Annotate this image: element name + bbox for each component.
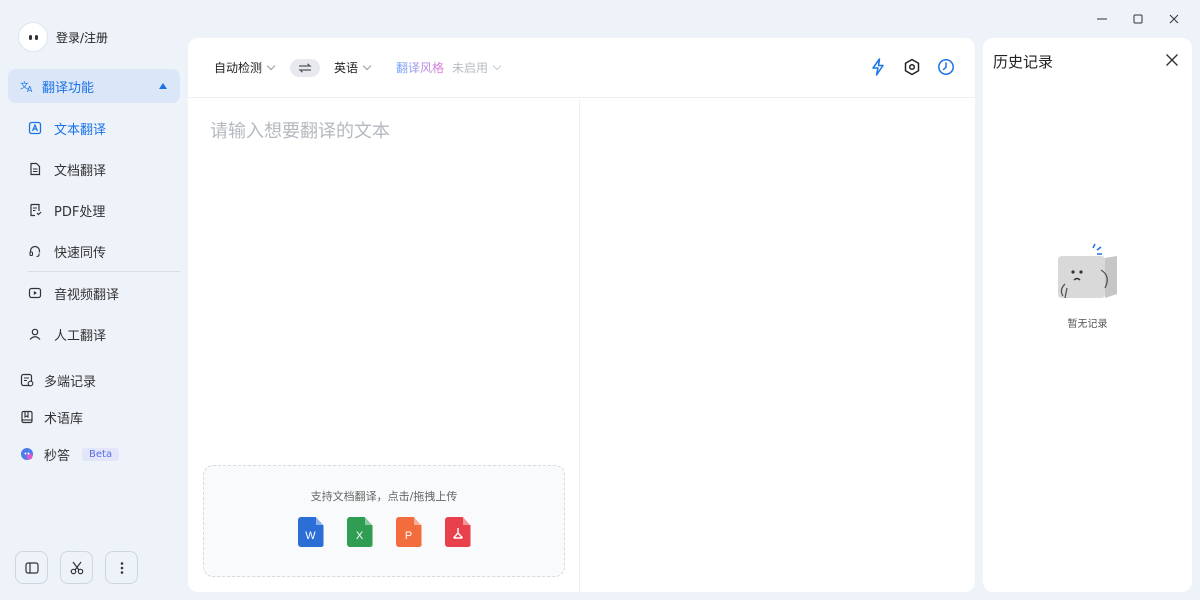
text-translate-icon — [28, 121, 42, 135]
scissors-icon — [70, 561, 83, 574]
translation-style-select[interactable]: 未启用 — [452, 59, 502, 76]
clock-icon — [938, 59, 954, 75]
chevron-down-icon — [266, 61, 276, 71]
swap-icon — [298, 62, 312, 73]
person-icon — [28, 327, 42, 341]
sidebar-item-label: 音视频翻译 — [54, 287, 120, 303]
sidebar-item-quick-answer[interactable]: 秒答 Beta — [20, 443, 120, 465]
collapse-caret-icon[interactable] — [159, 83, 167, 89]
translate-icon: 文A — [20, 79, 34, 94]
translation-style-label: 翻译风格 — [396, 61, 445, 75]
source-language-select[interactable]: 自动检测 — [214, 59, 276, 76]
sidebar-item-document-translate[interactable]: 文档翻译 — [28, 158, 106, 180]
settings-button[interactable] — [903, 58, 921, 76]
translate-panel: 自动检测 英语 翻译风格 未启用 请输入想要翻译的文本 支持文档翻译，点击/拖拽… — [188, 38, 975, 592]
sidebar-item-label: 文本翻译 — [54, 122, 107, 138]
translate-toolbar: 自动检测 英语 翻译风格 未启用 — [188, 38, 975, 98]
pdf-icon — [28, 203, 42, 217]
document-upload-zone[interactable]: 支持文档翻译，点击/拖拽上传 W X P — [203, 465, 565, 577]
login-entry[interactable]: 登录/注册 — [18, 22, 108, 52]
empty-state-text: 暂无记录 — [1067, 319, 1108, 330]
book-icon — [20, 410, 34, 424]
nav-group-translate[interactable]: 文A 翻译功能 — [8, 69, 180, 103]
source-language-label: 自动检测 — [214, 61, 263, 75]
toolbar-actions — [869, 58, 955, 76]
beta-badge: Beta — [82, 447, 120, 461]
pdf-file-icon — [444, 517, 471, 547]
toggle-sidebar-button[interactable] — [15, 551, 48, 584]
ppt-file-icon: P — [395, 517, 422, 547]
maximize-icon — [1133, 14, 1143, 24]
quick-mode-button[interactable] — [869, 58, 887, 76]
sidebar-item-glossary[interactable]: 术语库 — [20, 406, 83, 428]
avatar[interactable] — [18, 22, 48, 52]
source-text-area[interactable]: 请输入想要翻译的文本 支持文档翻译，点击/拖拽上传 W X P — [188, 99, 580, 592]
translation-style-value: 未启用 — [452, 61, 489, 75]
maximize-button[interactable] — [1120, 8, 1156, 30]
source-placeholder[interactable]: 请输入想要翻译的文本 — [210, 117, 390, 143]
minimize-button[interactable] — [1084, 8, 1120, 30]
sidebar-item-records[interactable]: 多端记录 — [20, 369, 96, 391]
sidebar-item-label: 秒答 — [44, 448, 71, 464]
close-window-button[interactable] — [1156, 8, 1192, 30]
sidebar-toggle-icon — [24, 561, 39, 574]
excel-file-icon: X — [346, 517, 373, 547]
sidebar-item-label: 多端记录 — [44, 374, 97, 390]
sidebar-item-pdf[interactable]: PDF处理 — [28, 199, 105, 221]
headset-icon — [28, 244, 42, 258]
chevron-down-icon — [492, 61, 502, 71]
swap-languages-button[interactable] — [290, 58, 321, 77]
sidebar: 登录/注册 文A 翻译功能 文本翻译 文档翻译 PDF处理 快速同传 音视频翻译… — [0, 0, 188, 600]
close-icon — [1169, 14, 1179, 24]
sidebar-item-text-translate[interactable]: 文本翻译 — [28, 117, 106, 139]
empty-state-illustration — [1055, 242, 1121, 306]
minimize-icon — [1097, 18, 1107, 20]
sidebar-item-av-translate[interactable]: 音视频翻译 — [28, 282, 119, 304]
ai-icon — [20, 447, 34, 461]
sidebar-item-simultaneous[interactable]: 快速同传 — [28, 240, 106, 262]
more-button[interactable] — [105, 551, 138, 584]
sidebar-divider — [28, 271, 180, 272]
sidebar-item-label: 文档翻译 — [54, 163, 107, 179]
records-icon — [20, 373, 34, 387]
chevron-down-icon — [362, 61, 372, 71]
history-button[interactable] — [937, 58, 955, 76]
more-dots-icon — [120, 561, 123, 574]
svg-text:A: A — [27, 85, 33, 94]
settings-icon — [904, 58, 920, 76]
target-language-label: 英语 — [334, 61, 359, 75]
sidebar-item-human-translate[interactable]: 人工翻译 — [28, 323, 106, 345]
history-panel: 历史记录 暂无记录 — [983, 38, 1192, 592]
upload-hint: 支持文档翻译，点击/拖拽上传 — [310, 490, 458, 503]
sidebar-item-label: 术语库 — [44, 411, 84, 427]
sidebar-item-label: PDF处理 — [54, 204, 106, 220]
file-type-icons: W X P — [204, 517, 564, 547]
sidebar-item-label: 快速同传 — [54, 245, 107, 261]
target-language-select[interactable]: 英语 — [334, 59, 372, 76]
close-history-button[interactable] — [1164, 52, 1180, 68]
lightning-icon — [872, 58, 884, 76]
window-controls — [1084, 8, 1192, 30]
screenshot-button[interactable] — [60, 551, 93, 584]
history-title: 历史记录 — [993, 53, 1054, 71]
sidebar-item-label: 人工翻译 — [54, 328, 107, 344]
word-file-icon: W — [297, 517, 324, 547]
document-icon — [28, 162, 42, 176]
close-icon — [1166, 54, 1178, 66]
login-label[interactable]: 登录/注册 — [56, 29, 108, 46]
sidebar-bottom-actions — [15, 551, 138, 584]
video-icon — [28, 286, 42, 300]
nav-group-label: 翻译功能 — [42, 80, 95, 96]
